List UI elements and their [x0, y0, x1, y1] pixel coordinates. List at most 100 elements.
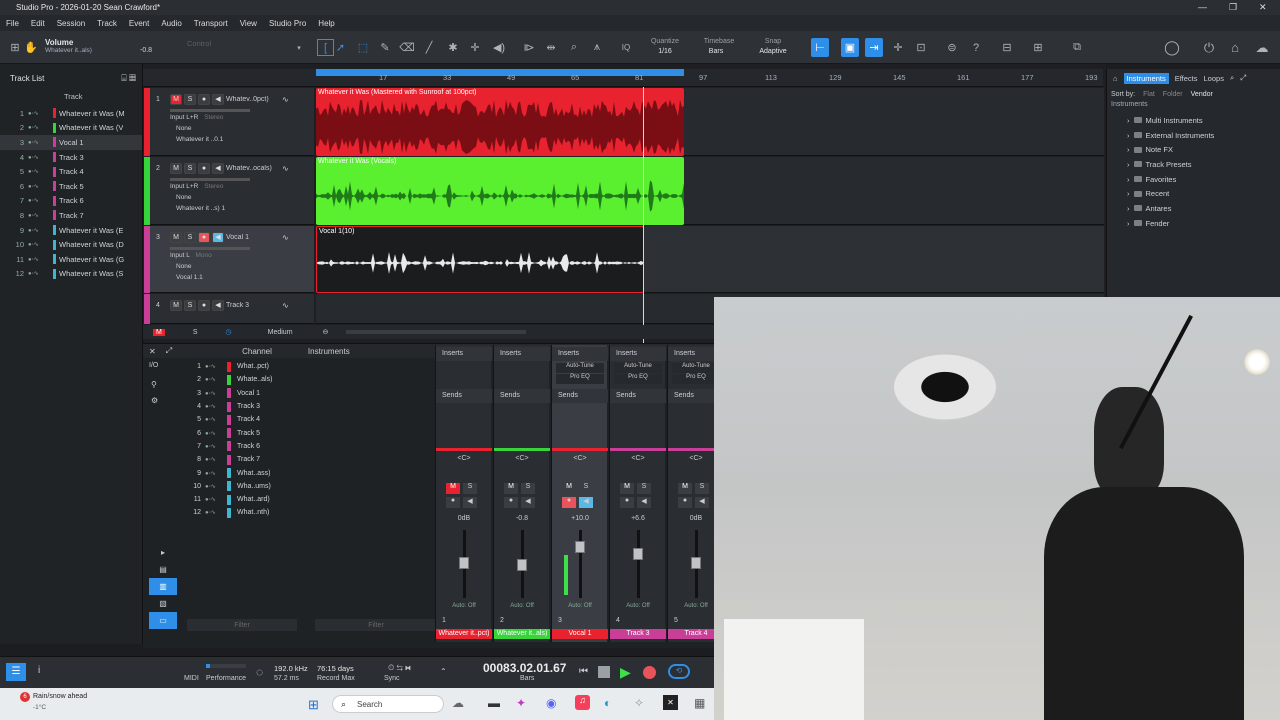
- mute-tool-icon[interactable]: ✱: [446, 31, 460, 64]
- solo-button[interactable]: S: [695, 483, 709, 494]
- edge-icon[interactable]: ◐: [604, 696, 611, 710]
- monitor-button[interactable]: ◀: [212, 93, 224, 105]
- tab-effects[interactable]: Effects: [1175, 74, 1198, 83]
- visibility-icon[interactable]: ●◦∿: [28, 270, 50, 277]
- expand-arrow-icon[interactable]: ›: [1127, 189, 1130, 198]
- mixer-channel-strip[interactable]: Inserts Sends <C> M S ● ◀ 0dB Auto: Off …: [435, 345, 492, 642]
- tab-loops[interactable]: Loops: [1204, 74, 1224, 83]
- home-icon[interactable]: ⌂: [1226, 31, 1244, 64]
- browser-expand-icon[interactable]: ⤢: [1240, 73, 1246, 83]
- browser-folder[interactable]: › Track Presets: [1107, 157, 1280, 172]
- fader-value[interactable]: +6.6: [610, 515, 666, 522]
- play-button[interactable]: ▶: [620, 664, 631, 681]
- metronome-icon[interactable]: ◌: [256, 665, 263, 679]
- menu-studio-pro[interactable]: Studio Pro: [269, 19, 306, 28]
- follow-icon[interactable]: ▣: [841, 38, 859, 57]
- playlist-select[interactable]: Whatever it ..s) 1: [176, 205, 225, 212]
- insert-plugin[interactable]: Auto-Tune: [556, 363, 604, 373]
- monitor-button[interactable]: ◀: [637, 497, 651, 508]
- expand-arrow-icon[interactable]: ›: [1127, 175, 1130, 184]
- browser-search-icon[interactable]: ⌕: [1230, 73, 1234, 83]
- param-value[interactable]: -0.8: [140, 47, 152, 54]
- solo-button[interactable]: S: [184, 162, 196, 174]
- time-icon[interactable]: ◷: [226, 328, 232, 336]
- record-arm-button[interactable]: ●: [504, 497, 518, 508]
- crop-icon[interactable]: ⊡: [914, 31, 928, 64]
- playhead[interactable]: [643, 87, 644, 343]
- info-icon[interactable]: i: [38, 665, 40, 676]
- visibility-icon[interactable]: ●◦∿: [205, 416, 227, 423]
- insert-plugin[interactable]: Pro EQ: [614, 374, 662, 384]
- keyboard-icon[interactable]: ▥: [149, 578, 177, 595]
- visibility-icon[interactable]: ●◦∿: [28, 110, 50, 117]
- pan-icon[interactable]: <C>: [688, 455, 704, 465]
- track-list-row[interactable]: 5 ●◦∿ Track 4: [0, 164, 142, 179]
- mixer-channel-strip[interactable]: Inserts Sends <C> M S ● ◀ -0.8 Auto: Off…: [493, 345, 550, 642]
- taskbar-search[interactable]: ⌕ Search: [332, 695, 444, 713]
- maximize-button[interactable]: ❐: [1229, 0, 1237, 15]
- sort-flat[interactable]: Flat: [1143, 91, 1155, 98]
- mute-button[interactable]: M: [504, 483, 518, 494]
- fader-handle[interactable]: [633, 548, 643, 560]
- strip-name[interactable]: Vocal 1: [552, 629, 608, 639]
- browser-folder[interactable]: › Fender: [1107, 216, 1280, 231]
- track-header[interactable]: 4 M S ● ◀ Track 3 ∿: [150, 294, 314, 324]
- snap-value[interactable]: Adaptive: [752, 47, 794, 56]
- browser-folder[interactable]: › Multi Instruments: [1107, 113, 1280, 128]
- visibility-icon[interactable]: ●◦∿: [28, 241, 50, 248]
- channel-mode[interactable]: Stereo: [204, 114, 223, 121]
- widgets-icon[interactable]: ☁: [452, 696, 464, 710]
- browser-folder[interactable]: › Note FX: [1107, 142, 1280, 157]
- visibility-icon[interactable]: ●◦∿: [205, 443, 227, 450]
- input-select[interactable]: Input L+R: [170, 183, 198, 190]
- power-icon[interactable]: ⏻: [1200, 31, 1218, 64]
- bend-tool-icon[interactable]: ✛: [468, 31, 482, 64]
- horizontal-scrollbar[interactable]: [346, 330, 527, 334]
- mute-button[interactable]: M: [562, 483, 576, 494]
- zoom-out-icon[interactable]: ⊖: [323, 328, 329, 336]
- menu-view[interactable]: View: [240, 19, 257, 28]
- track-list-row[interactable]: 6 ●◦∿ Track 5: [0, 179, 142, 194]
- sends-header[interactable]: Sends: [610, 389, 666, 403]
- strip-name[interactable]: Whatever it..pct): [436, 629, 492, 639]
- solo-button[interactable]: S: [184, 299, 196, 311]
- output-select[interactable]: None: [176, 194, 192, 201]
- sends-header[interactable]: Sends: [494, 389, 550, 403]
- mute-button[interactable]: M: [170, 299, 182, 311]
- monitor-button[interactable]: ◀: [212, 231, 224, 243]
- channel-row[interactable]: 10 ●◦∿ Wha..ums): [187, 480, 313, 493]
- windows-start-icon[interactable]: ⊞: [308, 697, 319, 713]
- monitor-button[interactable]: ◀: [695, 497, 709, 508]
- solo-button[interactable]: S: [184, 231, 196, 243]
- menu-file[interactable]: File: [6, 19, 19, 28]
- track-header[interactable]: 1 M S ● ◀ Whatev..0pct) ∿ Input L+R Ster…: [150, 88, 314, 156]
- audio-clip[interactable]: Whatever it Was (Vocals): [316, 157, 684, 225]
- channel-row[interactable]: 11 ●◦∿ What..ard): [187, 493, 313, 506]
- mixer-channel-strip[interactable]: Inserts Auto-Tune Pro EQ Sends <C> M S ● ◀…: [551, 345, 608, 642]
- monitor-button[interactable]: ◀: [579, 497, 593, 508]
- filter-input[interactable]: Filter: [187, 619, 297, 631]
- track-header[interactable]: 3 M S ● ◀ Vocal 1 ∿ Input L Mono None Vo…: [150, 226, 314, 293]
- timebase-value[interactable]: Bars: [698, 47, 734, 56]
- tab-instruments[interactable]: Instruments: [1123, 72, 1169, 84]
- channel-row[interactable]: 8 ●◦∿ Track 7: [187, 453, 313, 466]
- browser-folder[interactable]: › Recent: [1107, 186, 1280, 201]
- sends-header[interactable]: Sends: [552, 389, 608, 403]
- pan-icon[interactable]: <C>: [630, 455, 646, 465]
- record-arm-button[interactable]: ●: [198, 93, 210, 105]
- mute-button[interactable]: M: [620, 483, 634, 494]
- mute-button[interactable]: M: [446, 483, 460, 494]
- insert-plugin[interactable]: Pro EQ: [672, 374, 720, 384]
- visibility-icon[interactable]: ●◦∿: [205, 376, 227, 383]
- track-list-row[interactable]: 7 ●◦∿ Track 6: [0, 194, 142, 209]
- track-list-row[interactable]: 12 ●◦∿ Whatever it Was (S: [0, 267, 142, 282]
- solo-button[interactable]: S: [579, 483, 593, 494]
- autoscroll-icon[interactable]: ⇥: [865, 38, 883, 57]
- record-arm-button[interactable]: ●: [198, 231, 210, 243]
- solo-button[interactable]: S: [637, 483, 651, 494]
- fader-handle[interactable]: [459, 557, 469, 569]
- browser-folder[interactable]: › Antares: [1107, 201, 1280, 216]
- sort-vendor[interactable]: Vendor: [1191, 91, 1213, 98]
- arrow-tool-icon[interactable]: ➚: [334, 31, 347, 64]
- channel-row[interactable]: 7 ●◦∿ Track 6: [187, 440, 313, 453]
